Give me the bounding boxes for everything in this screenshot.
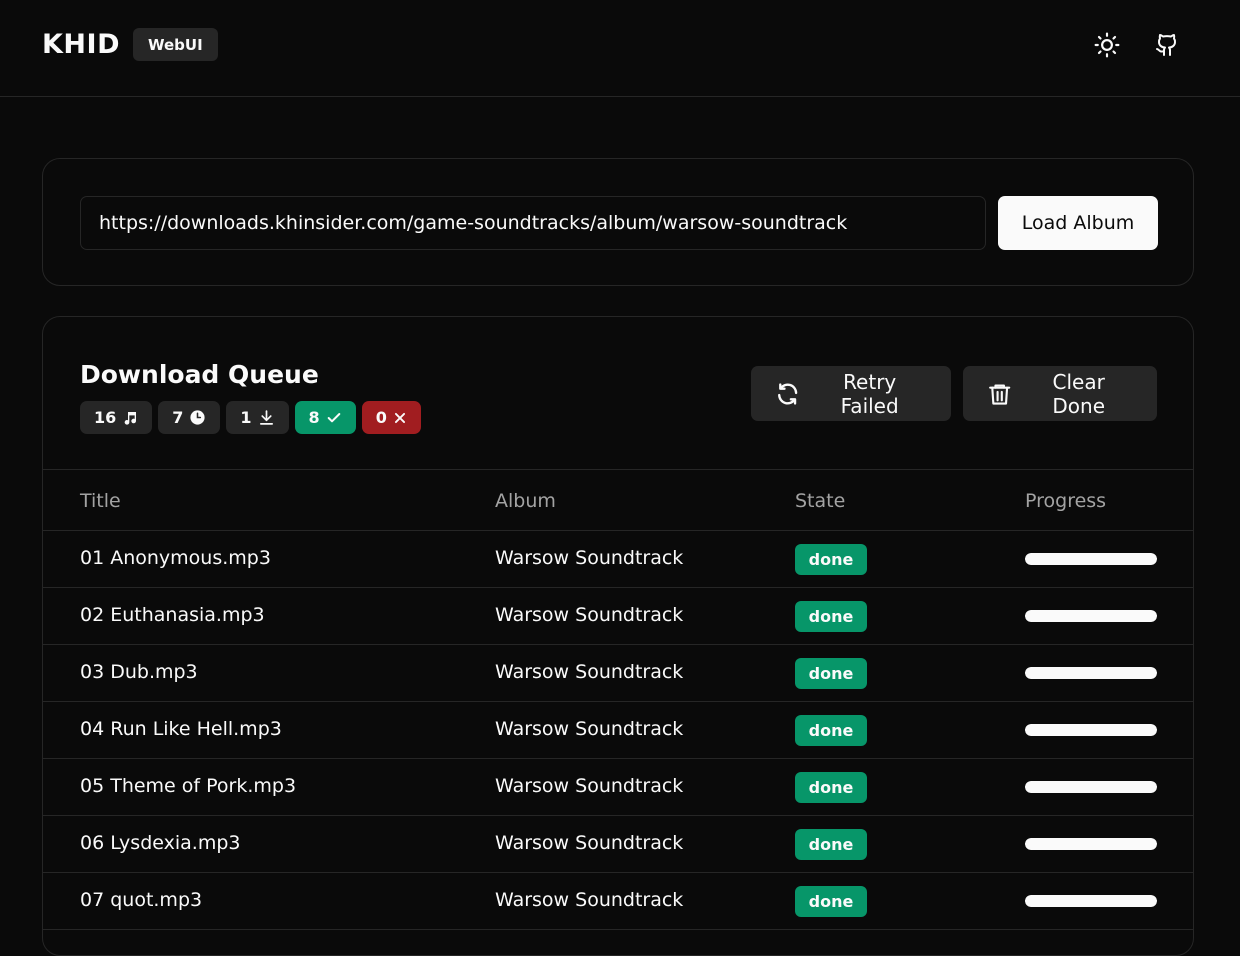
state-badge: done bbox=[795, 772, 867, 803]
progress-bar bbox=[1025, 781, 1157, 793]
progress-fill bbox=[1025, 667, 1157, 679]
top-header: KHID WebUI bbox=[0, 0, 1240, 97]
state-badge: done bbox=[795, 658, 867, 689]
clear-done-button[interactable]: Clear Done bbox=[963, 366, 1157, 421]
stat-pending-count: 7 bbox=[172, 408, 184, 427]
queue-title: Download Queue bbox=[80, 360, 319, 389]
check-icon bbox=[327, 412, 341, 422]
track-album: Warsow Soundtrack bbox=[495, 661, 684, 683]
album-url-input[interactable] bbox=[80, 196, 986, 250]
table-row[interactable]: 06 Lysdexia.mp3 Warsow Soundtrack done bbox=[43, 816, 1193, 873]
track-title: 06 Lysdexia.mp3 bbox=[80, 832, 241, 854]
sun-icon bbox=[1094, 32, 1120, 58]
column-header-progress[interactable]: Progress bbox=[1025, 490, 1106, 512]
progress-fill bbox=[1025, 724, 1157, 736]
track-title: 03 Dub.mp3 bbox=[80, 661, 198, 683]
stat-pending-badge: 7 bbox=[158, 401, 221, 434]
track-album: Warsow Soundtrack bbox=[495, 775, 684, 797]
track-album: Warsow Soundtrack bbox=[495, 604, 684, 626]
clock-icon bbox=[190, 410, 205, 425]
state-badge: done bbox=[795, 601, 867, 632]
state-badge: done bbox=[795, 829, 867, 860]
app-badge: WebUI bbox=[132, 28, 218, 61]
progress-fill bbox=[1025, 781, 1157, 793]
retry-failed-label: Retry Failed bbox=[840, 369, 899, 418]
progress-bar bbox=[1025, 895, 1157, 907]
table-row[interactable]: 03 Dub.mp3 Warsow Soundtrack done bbox=[43, 645, 1193, 702]
column-header-album[interactable]: Album bbox=[495, 490, 556, 512]
progress-fill bbox=[1025, 895, 1157, 907]
table-row[interactable]: 05 Theme of Pork.mp3 Warsow Soundtrack d… bbox=[43, 759, 1193, 816]
track-album: Warsow Soundtrack bbox=[495, 832, 684, 854]
download-queue-card: Download Queue 16 7 1 8 0 Retry Failed C… bbox=[42, 316, 1194, 956]
x-icon bbox=[394, 412, 405, 423]
trash-icon bbox=[989, 383, 1011, 405]
track-title: 07 quot.mp3 bbox=[80, 889, 203, 911]
table-row[interactable]: 01 Anonymous.mp3 Warsow Soundtrack done bbox=[43, 531, 1193, 588]
table-row[interactable]: 04 Run Like Hell.mp3 Warsow Soundtrack d… bbox=[43, 702, 1193, 759]
progress-fill bbox=[1025, 838, 1157, 850]
queue-table-body: 01 Anonymous.mp3 Warsow Soundtrack done … bbox=[43, 531, 1193, 930]
stat-downloading-count: 1 bbox=[240, 408, 252, 427]
stat-downloading-badge: 1 bbox=[226, 401, 289, 434]
table-header: Title Album State Progress bbox=[43, 469, 1193, 531]
stat-failed-badge: 0 bbox=[361, 401, 421, 434]
progress-fill bbox=[1025, 553, 1157, 565]
queue-stats: 16 7 1 8 0 bbox=[80, 401, 421, 434]
progress-bar bbox=[1025, 553, 1157, 565]
state-badge: done bbox=[795, 544, 867, 575]
state-badge: done bbox=[795, 715, 867, 746]
track-album: Warsow Soundtrack bbox=[495, 718, 684, 740]
table-row[interactable]: 02 Euthanasia.mp3 Warsow Soundtrack done bbox=[43, 588, 1193, 645]
track-title: 05 Theme of Pork.mp3 bbox=[80, 775, 297, 797]
track-title: 04 Run Like Hell.mp3 bbox=[80, 718, 282, 740]
progress-bar bbox=[1025, 724, 1157, 736]
state-badge: done bbox=[795, 886, 867, 917]
stat-total-badge: 16 bbox=[80, 401, 153, 434]
progress-bar bbox=[1025, 610, 1157, 622]
column-header-state[interactable]: State bbox=[795, 490, 845, 512]
track-title: 02 Euthanasia.mp3 bbox=[80, 604, 265, 626]
brand: KHID WebUI bbox=[42, 28, 218, 61]
music-note-icon bbox=[124, 411, 137, 425]
refresh-icon bbox=[778, 382, 798, 405]
track-album: Warsow Soundtrack bbox=[495, 889, 684, 911]
progress-fill bbox=[1025, 610, 1157, 622]
stat-done-badge: 8 bbox=[294, 401, 356, 434]
stat-done-count: 8 bbox=[308, 408, 320, 427]
table-row[interactable]: 07 quot.mp3 Warsow Soundtrack done bbox=[43, 873, 1193, 930]
app-name: KHID bbox=[42, 29, 120, 60]
clear-done-label: Clear Done bbox=[1052, 369, 1105, 418]
progress-bar bbox=[1025, 667, 1157, 679]
load-album-button[interactable]: Load Album bbox=[998, 196, 1158, 250]
album-url-card: Load Album bbox=[42, 158, 1194, 286]
stat-failed-count: 0 bbox=[375, 408, 387, 427]
download-icon bbox=[259, 410, 273, 425]
github-link[interactable] bbox=[1152, 30, 1182, 60]
stat-total-count: 16 bbox=[94, 408, 117, 427]
retry-failed-button[interactable]: Retry Failed bbox=[751, 366, 951, 421]
track-title: 01 Anonymous.mp3 bbox=[80, 547, 271, 569]
github-icon bbox=[1156, 34, 1177, 56]
column-header-title[interactable]: Title bbox=[80, 490, 121, 512]
progress-bar bbox=[1025, 838, 1157, 850]
theme-toggle-button[interactable] bbox=[1092, 30, 1122, 60]
track-album: Warsow Soundtrack bbox=[495, 547, 684, 569]
